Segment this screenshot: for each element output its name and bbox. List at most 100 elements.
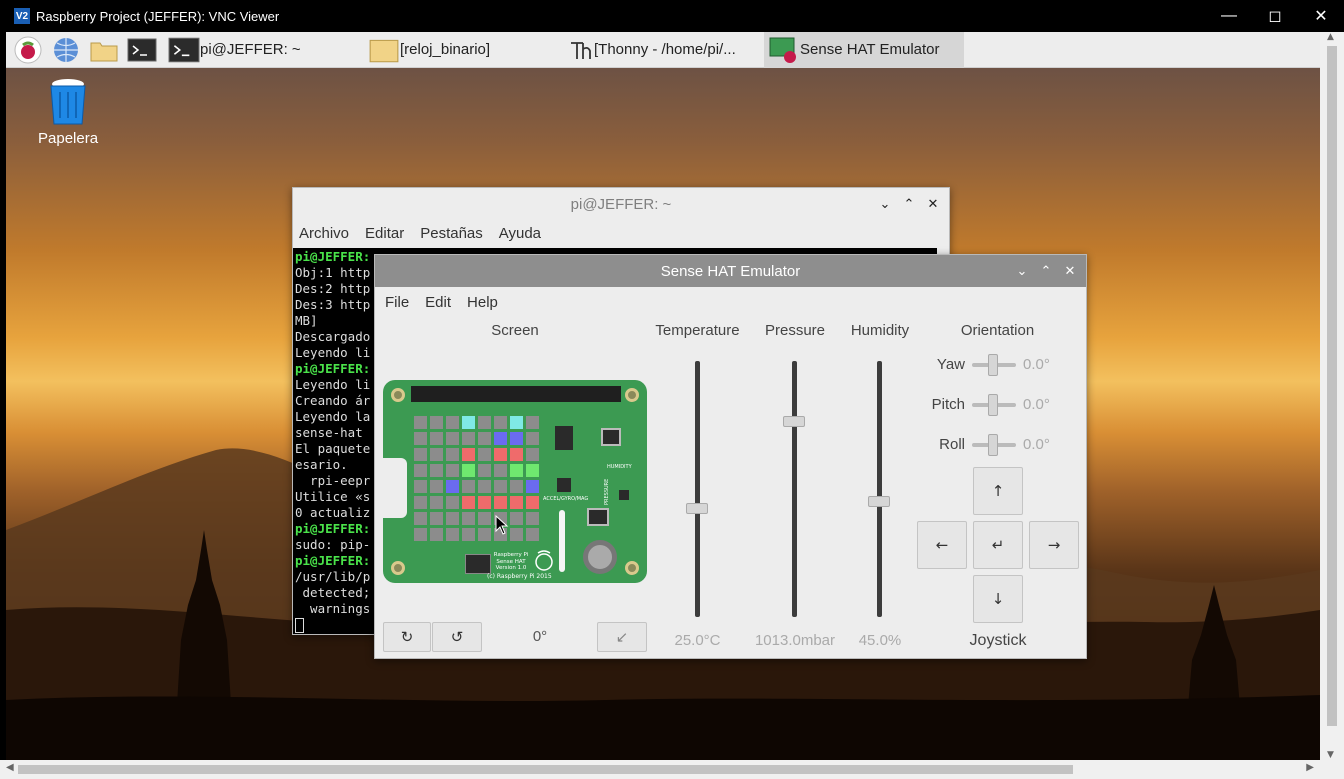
led-pixel[interactable] [446,480,459,493]
trash-desktop-icon[interactable]: Papelera [38,78,98,147]
led-pixel[interactable] [510,416,523,429]
led-pixel[interactable] [462,432,475,445]
led-pixel[interactable] [494,464,507,477]
led-pixel[interactable] [494,448,507,461]
slider-thumb[interactable] [783,416,805,428]
pitch-slider-thumb[interactable] [988,394,998,416]
led-pixel[interactable] [430,496,443,509]
terminal-menu-archivo[interactable]: Archivo [299,225,349,242]
close-icon[interactable]: ✕ [1298,0,1344,32]
maximize-icon[interactable]: ◻ [1252,0,1298,32]
led-pixel[interactable] [414,432,427,445]
led-pixel[interactable] [414,512,427,525]
minimize-icon[interactable]: — [1206,0,1252,32]
led-pixel[interactable] [430,528,443,541]
minimize-icon[interactable]: ⌄ [875,194,895,214]
roll-slider-thumb[interactable] [988,434,998,456]
led-pixel[interactable] [462,416,475,429]
led-pixel[interactable] [494,432,507,445]
led-pixel[interactable] [478,512,491,525]
led-pixel[interactable] [526,512,539,525]
led-pixel[interactable] [526,432,539,445]
led-pixel[interactable] [414,480,427,493]
led-pixel[interactable] [526,528,539,541]
scroll-down-icon[interactable]: ▼ [1327,750,1334,760]
led-pixel[interactable] [414,464,427,477]
led-pixel[interactable] [430,448,443,461]
task-thonny[interactable]: [Thonny - /home/pi/... [564,32,764,68]
led-pixel[interactable] [510,448,523,461]
emulator-menu-file[interactable]: File [385,294,409,311]
led-pixel[interactable] [414,416,427,429]
led-pixel[interactable] [526,480,539,493]
minimize-icon[interactable]: ⌄ [1012,261,1032,281]
led-pixel[interactable] [414,496,427,509]
led-pixel[interactable] [478,480,491,493]
led-pixel[interactable] [494,496,507,509]
led-pixel[interactable] [526,416,539,429]
led-pixel[interactable] [510,512,523,525]
terminal-menu-ayuda[interactable]: Ayuda [499,225,541,242]
led-pixel[interactable] [414,448,427,461]
led-pixel[interactable] [430,512,443,525]
vertical-scrollbar[interactable]: ▲ ▼ [1320,32,1344,760]
task-file-manager[interactable]: [reloj_binario] [364,32,564,68]
maximize-icon[interactable]: ⌃ [899,194,919,214]
terminal-launcher-icon[interactable] [126,34,158,66]
task-sense-hat[interactable]: Sense HAT Emulator [764,31,964,68]
led-pixel[interactable] [478,432,491,445]
raspberry-menu-icon[interactable] [12,34,44,66]
close-icon[interactable]: ✕ [1060,261,1080,281]
close-icon[interactable]: ✕ [923,194,943,214]
joystick-down-button[interactable]: ↓ [973,575,1023,623]
scroll-right-icon[interactable]: ▶ [1306,762,1314,773]
led-pixel[interactable] [478,496,491,509]
led-pixel[interactable] [446,416,459,429]
slider-thumb[interactable] [868,495,890,507]
led-matrix[interactable] [414,416,540,544]
emulator-menu-edit[interactable]: Edit [425,294,451,311]
joystick-right-button[interactable]: → [1029,521,1079,569]
led-pixel[interactable] [526,496,539,509]
terminal-menu-editar[interactable]: Editar [365,225,404,242]
led-pixel[interactable] [462,448,475,461]
terminal-menu-pestañas[interactable]: Pestañas [420,225,483,242]
slider-thumb[interactable] [686,503,708,515]
led-pixel[interactable] [462,464,475,477]
led-pixel[interactable] [510,464,523,477]
joystick-left-button[interactable]: ← [917,521,967,569]
scroll-left-icon[interactable]: ◀ [6,762,14,773]
led-pixel[interactable] [462,528,475,541]
yaw-slider-thumb[interactable] [988,354,998,376]
led-pixel[interactable] [462,480,475,493]
scrollbar-thumb[interactable] [18,765,1073,774]
led-pixel[interactable] [510,528,523,541]
led-pixel[interactable] [446,432,459,445]
led-pixel[interactable] [446,464,459,477]
led-pixel[interactable] [446,496,459,509]
led-pixel[interactable] [526,464,539,477]
joystick-up-button[interactable]: ↑ [973,467,1023,515]
scrollbar-thumb[interactable] [1327,46,1337,726]
flip-button[interactable]: ↙ [597,622,647,652]
led-pixel[interactable] [430,480,443,493]
led-pixel[interactable] [478,528,491,541]
web-browser-icon[interactable] [50,34,82,66]
scroll-up-icon[interactable]: ▲ [1327,32,1334,42]
task-terminal[interactable]: pi@JEFFER: ~ [164,32,364,68]
led-pixel[interactable] [414,528,427,541]
emulator-menu-help[interactable]: Help [467,294,498,311]
led-pixel[interactable] [430,432,443,445]
led-pixel[interactable] [446,448,459,461]
rotate-counterclockwise-button[interactable]: ↺ [432,622,482,652]
maximize-icon[interactable]: ⌃ [1036,261,1056,281]
led-pixel[interactable] [494,480,507,493]
joystick-enter-button[interactable]: ↵ [973,521,1023,569]
led-pixel[interactable] [478,464,491,477]
led-pixel[interactable] [510,432,523,445]
led-pixel[interactable] [510,480,523,493]
led-pixel[interactable] [478,416,491,429]
led-pixel[interactable] [510,496,523,509]
rotate-clockwise-button[interactable]: ↻ [383,622,431,652]
led-pixel[interactable] [430,464,443,477]
